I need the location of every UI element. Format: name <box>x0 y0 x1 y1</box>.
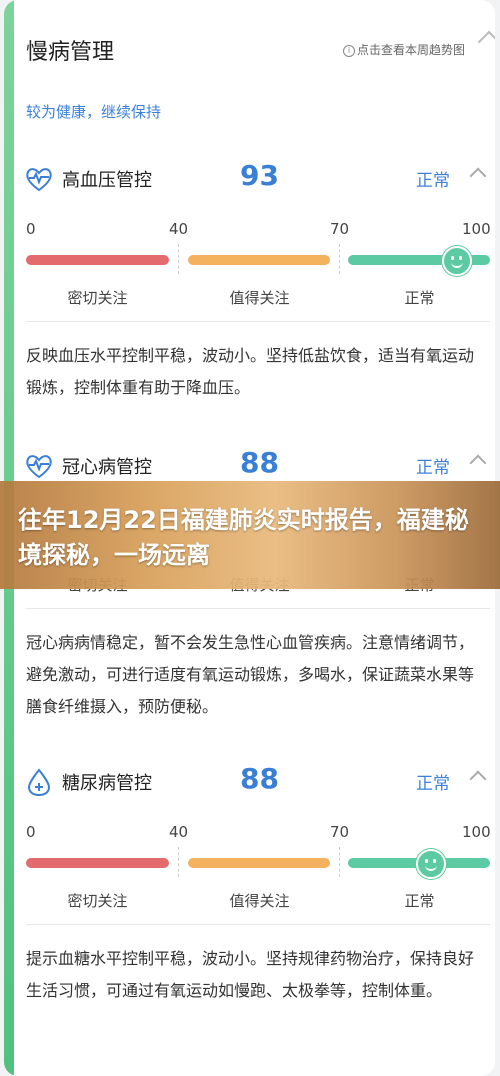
zone-divider <box>339 847 340 877</box>
health-summary: 较为健康，继续保持 <box>26 103 162 121</box>
section-description: 冠心病病情稳定，暂不会发生急性心血管疾病。注意情绪调节，避免激动，可进行适度有氧… <box>26 633 475 716</box>
section-hypertension: 高血压管控 93 正常 0 40 70 100 密切关注 值得关注 正常 反映血… <box>4 159 495 466</box>
section-description: 提示血糖水平控制平稳，波动小。坚持规律药物治疗，保持良好生活习惯，可通过有氧运动… <box>26 949 475 1000</box>
section-title: 高血压管控 <box>62 170 152 191</box>
tick-70: 70 <box>330 220 350 238</box>
zone-label: 值得关注 <box>229 892 290 910</box>
headline-text: 往年12月22日福建肺炎实时报告，福建秘境探秘，一场远离 <box>18 506 469 569</box>
zone-label: 正常 <box>404 892 435 910</box>
score-value: 88 <box>240 762 279 795</box>
section-title: 糖尿病管控 <box>62 773 152 794</box>
score-value: 93 <box>240 159 279 192</box>
divider <box>26 321 490 322</box>
trend-hint-text: 点击查看本周趋势图 <box>356 43 465 57</box>
zone-bar-critical <box>26 858 169 868</box>
zone-divider <box>178 244 179 274</box>
zone-label: 密切关注 <box>67 289 128 307</box>
zone-label: 值得关注 <box>229 289 290 307</box>
zone-bar-critical <box>26 255 169 265</box>
info-icon: i <box>342 45 355 57</box>
chevron-up-icon[interactable] <box>469 167 487 185</box>
drop-icon <box>27 768 51 797</box>
chevron-up-icon[interactable] <box>469 770 487 788</box>
status-label: 正常 <box>416 458 450 478</box>
section-diabetes: 糖尿病管控 88 正常 0 40 70 100 密切关注 值得关注 正常 提示血… <box>4 762 495 1069</box>
section-title: 冠心病管控 <box>62 457 152 478</box>
zone-label: 正常 <box>404 289 435 307</box>
divider <box>26 608 490 609</box>
status-label: 正常 <box>416 171 450 191</box>
zone-divider <box>339 244 340 274</box>
tick-40: 40 <box>169 220 189 238</box>
tick-100: 100 <box>462 220 491 238</box>
smile-marker-icon <box>442 246 472 276</box>
section-description: 反映血压水平控制平稳，波动小。坚持低盐饮食，适当有氧运动锻炼，控制体重有助于降血… <box>26 346 475 397</box>
heart-pulse-icon <box>26 168 52 192</box>
zone-bar-warning <box>188 255 330 265</box>
chevron-up-icon[interactable] <box>469 454 487 472</box>
tick-0: 0 <box>26 220 36 238</box>
page-title: 慢病管理 <box>26 40 115 65</box>
status-label: 正常 <box>416 774 450 794</box>
trend-hint-link[interactable]: i 点击查看本周趋势图 <box>342 41 465 58</box>
zone-divider <box>178 847 179 877</box>
zone-bar-warning <box>188 858 330 868</box>
tick-70: 70 <box>330 823 350 841</box>
score-value: 88 <box>240 446 279 479</box>
tick-40: 40 <box>169 823 189 841</box>
smile-marker-icon <box>416 849 446 879</box>
divider <box>26 924 490 925</box>
tick-100: 100 <box>462 823 491 841</box>
collapse-chevron-icon[interactable] <box>477 30 495 54</box>
tick-0: 0 <box>26 823 36 841</box>
heart-pulse-icon <box>26 455 52 479</box>
zone-label: 密切关注 <box>67 892 128 910</box>
